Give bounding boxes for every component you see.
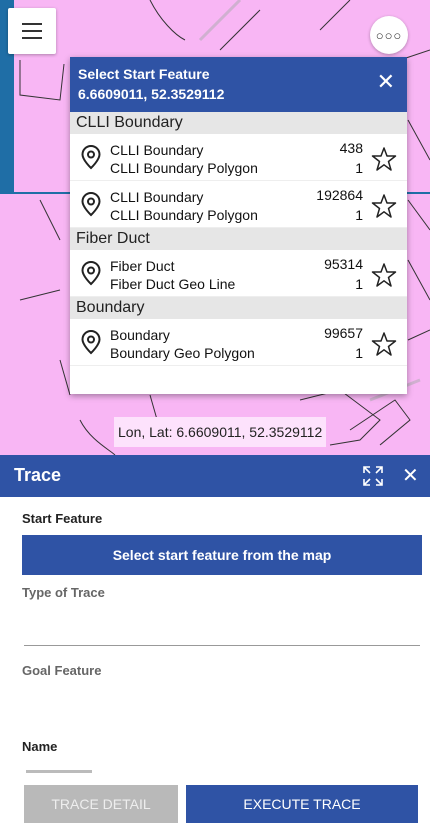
close-icon[interactable]: ✕ bbox=[377, 71, 395, 93]
item-id: 95314 bbox=[324, 256, 363, 272]
item-count: 1 bbox=[355, 276, 363, 292]
star-icon[interactable] bbox=[371, 146, 397, 172]
item-count: 1 bbox=[355, 160, 363, 176]
item-id: 99657 bbox=[324, 325, 363, 341]
item-subtitle: CLLI Boundary Polygon bbox=[110, 160, 258, 176]
star-icon[interactable] bbox=[371, 193, 397, 219]
menu-button[interactable] bbox=[8, 8, 56, 54]
star-icon[interactable] bbox=[371, 262, 397, 288]
list-item[interactable]: CLLI Boundary CLLI Boundary Polygon 1928… bbox=[70, 181, 407, 228]
group-header: Fiber Duct bbox=[70, 228, 407, 250]
item-subtitle: Boundary Geo Polygon bbox=[110, 345, 255, 361]
trace-panel: Trace ✕ Start Feature Select start featu… bbox=[0, 455, 430, 834]
popup-coordinates: 6.6609011, 52.3529112 bbox=[78, 86, 225, 102]
item-subtitle: Fiber Duct Geo Line bbox=[110, 276, 236, 292]
execute-trace-button[interactable]: EXECUTE TRACE bbox=[186, 785, 418, 823]
name-label: Name bbox=[22, 739, 58, 754]
list-item[interactable]: Boundary Boundary Geo Polygon 99657 1 bbox=[70, 319, 407, 366]
select-start-feature-button[interactable]: Select start feature from the map bbox=[22, 535, 422, 575]
group-header: CLLI Boundary bbox=[70, 112, 407, 134]
location-pin-icon bbox=[81, 329, 101, 355]
select-start-feature-popup: Select Start Feature 6.6609011, 52.35291… bbox=[70, 57, 407, 394]
map-canvas[interactable]: ○○○ Select Start Feature 6.6609011, 52.3… bbox=[0, 0, 430, 455]
popup-title: Select Start Feature bbox=[78, 66, 210, 82]
trace-header: Trace ✕ bbox=[0, 455, 430, 497]
item-title: Boundary bbox=[110, 327, 170, 343]
location-pin-icon bbox=[81, 144, 101, 170]
goal-feature-label: Goal Feature bbox=[22, 663, 102, 678]
star-icon[interactable] bbox=[371, 331, 397, 357]
location-pin-icon bbox=[81, 260, 101, 286]
lonlat-readout: Lon, Lat: 6.6609011, 52.3529112 bbox=[114, 417, 327, 447]
hamburger-icon bbox=[22, 23, 42, 39]
close-icon[interactable]: ✕ bbox=[402, 463, 419, 488]
list-item[interactable]: CLLI Boundary CLLI Boundary Polygon 438 … bbox=[70, 134, 407, 181]
item-id: 438 bbox=[339, 140, 363, 156]
list-item[interactable]: Fiber Duct Fiber Duct Geo Line 95314 1 bbox=[70, 250, 407, 297]
popup-header: Select Start Feature 6.6609011, 52.35291… bbox=[70, 57, 407, 112]
name-field[interactable] bbox=[26, 770, 92, 773]
item-count: 1 bbox=[355, 345, 363, 361]
expand-icon[interactable] bbox=[362, 465, 384, 487]
more-icon: ○○○ bbox=[375, 27, 403, 43]
item-title: Fiber Duct bbox=[110, 258, 175, 274]
trace-title: Trace bbox=[14, 465, 62, 485]
group-header: Boundary bbox=[70, 297, 407, 319]
more-options-button[interactable]: ○○○ bbox=[370, 16, 408, 54]
trace-footer: TRACE DETAIL EXECUTE TRACE bbox=[0, 781, 430, 834]
type-of-trace-label: Type of Trace bbox=[22, 585, 105, 600]
item-id: 192864 bbox=[316, 187, 363, 203]
type-of-trace-field[interactable] bbox=[24, 645, 420, 646]
item-subtitle: CLLI Boundary Polygon bbox=[110, 207, 258, 223]
trace-detail-button[interactable]: TRACE DETAIL bbox=[24, 785, 178, 823]
item-title: CLLI Boundary bbox=[110, 142, 204, 158]
location-pin-icon bbox=[81, 191, 101, 217]
start-feature-label: Start Feature bbox=[22, 511, 103, 526]
item-count: 1 bbox=[355, 207, 363, 223]
item-title: CLLI Boundary bbox=[110, 189, 204, 205]
